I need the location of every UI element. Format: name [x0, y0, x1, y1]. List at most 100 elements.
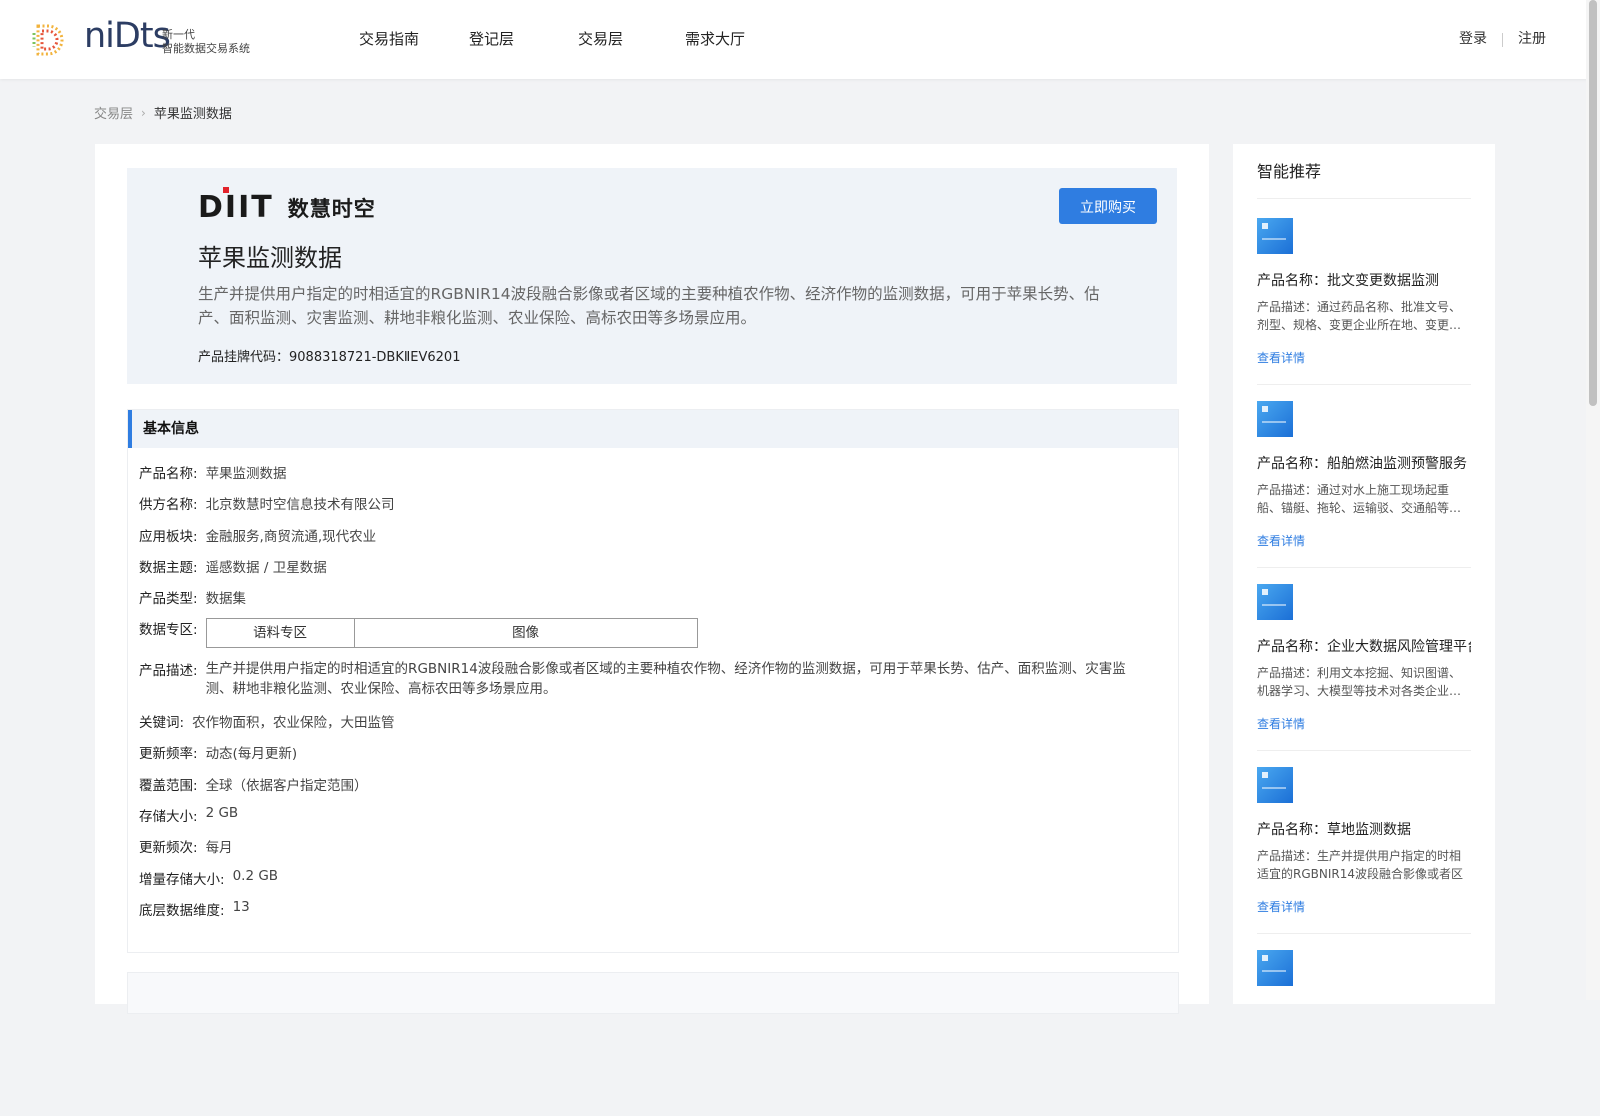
info-label: 供方名称: [139, 497, 198, 513]
breadcrumb: 交易层 › 苹果监测数据 [94, 103, 232, 123]
view-details-link[interactable]: 查看详情 [1257, 715, 1305, 732]
breadcrumb-parent[interactable]: 交易层 [94, 103, 133, 122]
listing-code-label: 产品挂牌代码： [198, 350, 290, 365]
info-value: 苹果监测数据 [205, 466, 287, 482]
info-row: 更新频率: 动态(每月更新) [139, 742, 297, 762]
info-row: 供方名称: 北京数慧时空信息技术有限公司 [139, 493, 395, 513]
info-label: 应用板块: [139, 529, 198, 545]
nav-trade-guide[interactable]: 交易指南 [345, 0, 457, 79]
basic-info-heading: 基本信息 [128, 410, 1178, 448]
info-label: 产品描述: [139, 663, 198, 679]
recommendation-name[interactable]: 产品名称：船舶燃油监测预警服务 [1257, 453, 1471, 473]
brand-subtitle-line1: 新一代 [162, 28, 195, 41]
product-summary: 生产并提供用户指定的时相适宜的RGBNIR14波段融合影像或者区域的主要种植农作… [198, 285, 1100, 327]
recommendation-sidebar: 智能推荐 产品名称：批文变更数据监测产品描述：通过药品名称、批准文号、剂型、规格… [1233, 144, 1495, 1004]
info-value: 金融服务,商贸流通,现代农业 [205, 529, 377, 545]
scrollbar-thumb[interactable] [1589, 0, 1597, 406]
info-value: 遥感数据 / 卫星数据 [205, 560, 327, 576]
register-link[interactable]: 注册 [1518, 0, 1546, 79]
top-header: niDts 新一代 智能数据交易系统 交易指南 登记层 交易层 需求大厅 登录 … [0, 0, 1600, 79]
info-label: 更新频率: [139, 746, 198, 762]
buy-now-button[interactable]: 立即购买 [1059, 188, 1157, 224]
nav-demand-hall[interactable]: 需求大厅 [673, 0, 783, 79]
info-label: 存储大小: [139, 809, 198, 825]
product-thumbnail[interactable] [1257, 584, 1293, 620]
view-details-link[interactable]: 查看详情 [1257, 349, 1305, 366]
info-row: 产品类型: 数据集 [139, 587, 246, 607]
auth-divider [1502, 32, 1503, 47]
info-value: 数据集 [205, 591, 247, 607]
zone-cell: 语料专区 [207, 619, 355, 647]
product-thumbnail[interactable] [1257, 950, 1293, 986]
brand-name[interactable]: niDts [84, 16, 171, 56]
supplier-logo-cn: 数慧时空 [287, 196, 376, 221]
product-title: 苹果监测数据 [198, 244, 342, 272]
breadcrumb-current: 苹果监测数据 [153, 107, 232, 122]
info-row: 更新频次: 每月 [139, 836, 233, 856]
recommendation-name[interactable]: 产品名称：草地监测数据 [1257, 819, 1471, 839]
next-section-header [127, 972, 1179, 1014]
info-label: 底层数据维度: [139, 903, 225, 919]
info-row: 应用板块: 金融服务,商贸流通,现代农业 [139, 525, 376, 545]
listing-code-value: 9088318721-DBKⅡEV6201 [289, 350, 461, 365]
recommendation-desc: 产品描述：通过对水上施工现场起重船、锚艇、拖轮、运输驳、交通船等… [1257, 483, 1462, 515]
recommendation-card[interactable]: 产品名称：草地监测数据产品描述：生产并提供用户指定的时相适宜的RGBNIR14波… [1257, 747, 1471, 934]
product-thumbnail[interactable] [1257, 218, 1293, 254]
product-thumbnail[interactable] [1257, 401, 1293, 437]
recommendation-desc: 产品描述：生产并提供用户指定的时相适宜的RGBNIR14波段融合影像或者区域… [1257, 849, 1463, 881]
info-value: 全球（依据客户指定范围） [205, 778, 368, 794]
main-nav: 交易指南 登记层 交易层 需求大厅 [345, 0, 783, 79]
product-detail-card: DIIT 数慧时空 苹果监测数据 生产并提供用户指定的时相适宜的RGBNIR14… [95, 144, 1209, 1014]
info-label: 数据主题: [139, 560, 198, 576]
supplier-logo: DIIT 数慧时空 [198, 187, 376, 225]
info-value: 13 [232, 899, 250, 915]
chevron-right-icon: › [141, 105, 146, 120]
view-details-link[interactable]: 查看详情 [1257, 898, 1305, 915]
info-value: 0.2 GB [232, 868, 279, 884]
recommendation-card[interactable]: 产品名称：企业大数据风险管理平台 产品描述：利用文本挖掘、知识图谱、机器学习、大模… [1257, 564, 1471, 751]
info-label: 覆盖范围: [139, 778, 198, 794]
info-row: 产品描述: 生产并提供用户指定的时相适宜的RGBNIR14波段融合影像或者区域的主… [139, 659, 1128, 699]
info-value: 北京数慧时空信息技术有限公司 [205, 497, 395, 513]
nidts-logo-icon[interactable] [30, 21, 68, 59]
recommendation-card[interactable]: 产品名称：批文变更数据监测产品描述：通过药品名称、批准文号、剂型、规格、变更企业… [1257, 198, 1471, 385]
product-hero: DIIT 数慧时空 苹果监测数据 生产并提供用户指定的时相适宜的RGBNIR14… [127, 168, 1177, 384]
info-row: 底层数据维度: 13 [139, 899, 250, 919]
login-link[interactable]: 登录 [1459, 0, 1487, 79]
info-value: 动态(每月更新) [205, 746, 298, 762]
zone-cell: 图像 [512, 625, 540, 641]
info-label: 关键词: [139, 715, 185, 731]
page-scrollbar[interactable] [1586, 0, 1600, 1000]
info-value: 生产并提供用户指定的时相适宜的RGBNIR14波段融合影像或者区域的主要种植农作… [205, 661, 1126, 697]
auth-links: 登录 注册 [1459, 0, 1546, 79]
info-row: 数据专区: 语料专区 图像 [139, 618, 698, 648]
recommendation-desc: 产品描述：通过药品名称、批准文号、剂型、规格、变更企业所在地、变更… [1257, 300, 1462, 332]
recommendation-name[interactable]: 产品名称：批文变更数据监测 [1257, 270, 1471, 290]
info-row: 关键词: 农作物面积，农业保险，大田监管 [139, 711, 395, 731]
info-label: 更新频次: [139, 840, 198, 856]
listing-code: 产品挂牌代码：9088318721-DBKⅡEV6201 [198, 346, 460, 365]
basic-info-section: 基本信息 产品名称: 苹果监测数据 供方名称: 北京数慧时空信息技术有限公司 应用板块:… [127, 409, 1179, 953]
nav-registration-layer[interactable]: 登记层 [457, 0, 565, 79]
info-label: 数据专区: [139, 622, 198, 638]
view-details-link[interactable]: 查看详情 [1257, 532, 1305, 549]
info-row: 覆盖范围: 全球（依据客户指定范围） [139, 774, 368, 794]
info-row: 数据主题: 遥感数据 / 卫星数据 [139, 556, 327, 576]
info-value: 农作物面积，农业保险，大田监管 [192, 715, 395, 731]
supplier-logo-text: DIIT [198, 190, 274, 225]
product-thumbnail[interactable] [1257, 767, 1293, 803]
info-label: 产品类型: [139, 591, 198, 607]
nav-trading-layer[interactable]: 交易层 [565, 0, 673, 79]
recommendation-name[interactable]: 产品名称：企业大数据风险管理平台 [1257, 636, 1471, 656]
info-row: 产品名称: 苹果监测数据 [139, 462, 287, 482]
info-row: 增量存储大小: 0.2 GB [139, 868, 278, 888]
supplier-logo-mark: DIIT [198, 187, 274, 225]
data-zone-table: 语料专区 图像 [205, 618, 698, 648]
recommendation-card[interactable]: 产品名称：船舶燃油监测预警服务产品描述：通过对水上施工现场起重船、锚艇、拖轮、运… [1257, 381, 1471, 568]
info-value: 每月 [205, 840, 233, 856]
sidebar-title: 智能推荐 [1257, 162, 1322, 181]
brand-subtitle: 新一代 智能数据交易系统 [162, 28, 250, 56]
info-row: 存储大小: 2 GB [139, 805, 238, 825]
recommendation-card[interactable] [1257, 930, 1471, 1116]
logo-dot-icon [223, 187, 229, 193]
